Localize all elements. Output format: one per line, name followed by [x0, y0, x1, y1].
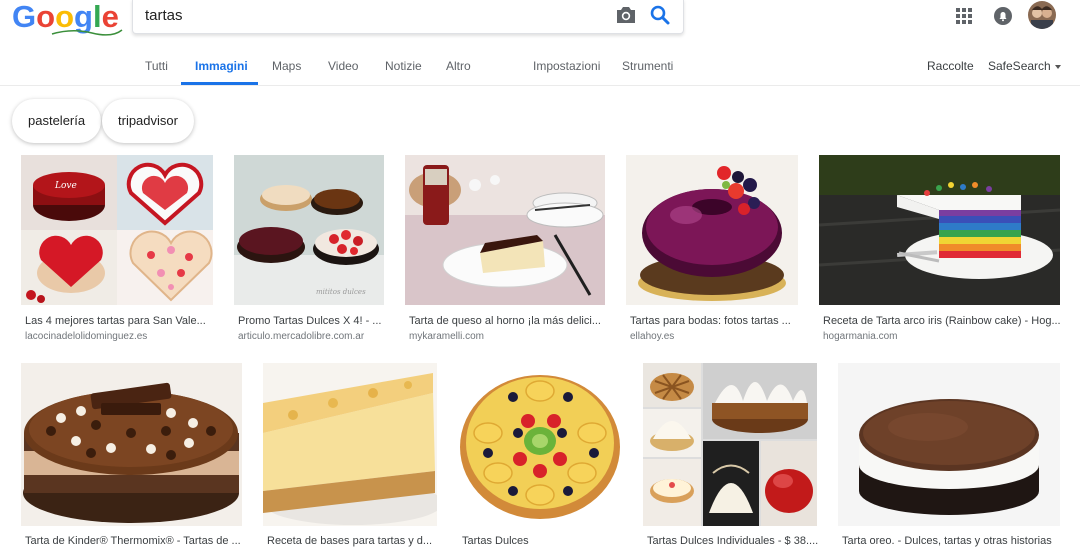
active-tab-indicator: [181, 82, 258, 85]
result-title[interactable]: Receta de bases para tartas y d...: [267, 535, 439, 547]
result-source[interactable]: ellahoy.es: [630, 331, 800, 342]
image-watermark: mititos dulces: [316, 288, 366, 296]
notifications-bell-icon[interactable]: [993, 6, 1013, 26]
svg-text:Love: Love: [54, 181, 77, 191]
image-result[interactable]: Receta de bases para tartas y d...: [263, 363, 437, 553]
result-source[interactable]: lacocinadelolidominguez.es: [25, 331, 215, 342]
result-title[interactable]: Promo Tartas Dulces X 4! - ...: [238, 315, 388, 327]
image-result[interactable]: Tarta oreo. - Dulces, tartas y otras his…: [838, 363, 1060, 553]
tab-news[interactable]: Notizie: [385, 59, 422, 73]
result-title[interactable]: Tartas Dulces Individuales - $ 38....: [647, 535, 819, 547]
header: Google tartas Tutti Immagini Maps Video …: [0, 0, 1080, 86]
result-title[interactable]: Las 4 mejores tartas para San Vale...: [25, 315, 215, 327]
result-thumbnail[interactable]: [626, 155, 798, 305]
svg-text:Google: Google: [12, 0, 119, 34]
result-thumbnail[interactable]: [263, 363, 437, 526]
tab-tools[interactable]: Strumenti: [622, 59, 673, 73]
result-title[interactable]: Tarta de queso al horno ¡la más delici..…: [409, 315, 607, 327]
search-input[interactable]: [145, 3, 605, 27]
image-result[interactable]: Tartas Dulces: [458, 363, 622, 553]
image-result[interactable]: Love Las 4 mejores tartas para San Vale.…: [21, 155, 213, 345]
tab-images[interactable]: Immagini: [195, 59, 248, 73]
result-thumbnail[interactable]: [21, 363, 242, 526]
related-chip-tripadvisor[interactable]: tripadvisor: [102, 99, 194, 143]
related-chip-pasteleria[interactable]: pastelería: [12, 99, 102, 143]
image-result[interactable]: Tarta de Kinder® Thermomix® - Tartas de …: [21, 363, 242, 553]
result-title[interactable]: Tarta de Kinder® Thermomix® - Tartas de …: [25, 535, 244, 547]
result-source[interactable]: hogarmania.com: [823, 331, 1062, 342]
account-avatar[interactable]: [1028, 1, 1056, 29]
safesearch-dropdown[interactable]: SafeSearch: [988, 59, 1061, 73]
safesearch-label: SafeSearch: [988, 59, 1051, 73]
search-icon[interactable]: [648, 3, 672, 27]
result-thumbnail[interactable]: Love: [21, 155, 213, 305]
google-logo[interactable]: Google: [12, 0, 130, 38]
image-result[interactable]: mititos dulces Promo Tartas Dulces X 4! …: [234, 155, 384, 345]
image-result[interactable]: Tartas Dulces Individuales - $ 38....: [643, 363, 819, 553]
result-source[interactable]: articulo.mercadolibre.com.ar: [238, 331, 388, 342]
tab-maps[interactable]: Maps: [272, 59, 301, 73]
search-tabs: Tutti Immagini Maps Video Notizie Altro …: [0, 49, 1080, 86]
camera-icon[interactable]: [614, 4, 638, 26]
result-thumbnail[interactable]: mititos dulces: [234, 155, 384, 305]
result-thumbnail[interactable]: [838, 363, 1060, 526]
result-thumbnail[interactable]: [405, 155, 605, 305]
result-thumbnail[interactable]: [458, 363, 622, 526]
image-result[interactable]: Tarta de queso al horno ¡la más delici..…: [405, 155, 605, 345]
image-result[interactable]: Tartas para bodas: fotos tartas ... ella…: [626, 155, 798, 345]
caret-down-icon: [1054, 64, 1061, 69]
search-box: [132, 0, 684, 34]
tab-videos[interactable]: Video: [328, 59, 358, 73]
collections-link[interactable]: Raccolte: [927, 59, 974, 73]
result-title[interactable]: Tarta oreo. - Dulces, tartas y otras his…: [842, 535, 1062, 547]
tab-settings[interactable]: Impostazioni: [533, 59, 600, 73]
result-thumbnail[interactable]: [819, 155, 1060, 305]
result-thumbnail[interactable]: [643, 363, 817, 526]
result-source[interactable]: mykaramelli.com: [409, 331, 607, 342]
result-title[interactable]: Tartas para bodas: fotos tartas ...: [630, 315, 800, 327]
apps-grid-icon[interactable]: [954, 6, 974, 26]
tab-more[interactable]: Altro: [446, 59, 471, 73]
result-title[interactable]: Receta de Tarta arco iris (Rainbow cake)…: [823, 315, 1062, 327]
result-title[interactable]: Tartas Dulces: [462, 535, 624, 547]
tab-all[interactable]: Tutti: [145, 59, 168, 73]
image-result[interactable]: Receta de Tarta arco iris (Rainbow cake)…: [819, 155, 1062, 345]
